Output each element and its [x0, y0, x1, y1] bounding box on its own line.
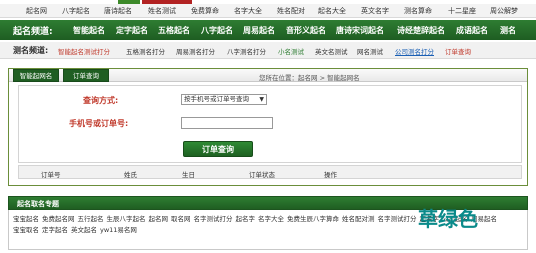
panel-tabs: 智能起网名 订单查询 您所在位置：起名网 > 智能起网名: [9, 69, 527, 82]
test-channel-item[interactable]: 周易测名打分: [176, 46, 215, 56]
channel-item[interactable]: 诗经楚辞起名: [397, 25, 445, 36]
test-channel-bar: 测名频道: 智能起名测试打分 五格测名打分 周易测名打分 八字测名打分 小名测试…: [0, 42, 536, 59]
column-header: 订单状态: [249, 171, 275, 179]
top-nav-item[interactable]: 姓名测试: [148, 6, 176, 16]
orders-table-header: 订单号 姓氏 生日 订单状态 操作: [18, 165, 522, 179]
channel-item[interactable]: 智能起名: [73, 25, 105, 36]
top-nav: 起名网 八字起名 唐诗起名 姓名测试 免费算命 名字大全 姓名配对 起名大全 英…: [0, 4, 536, 18]
phone-or-order-label: 手机号或订单号:: [69, 119, 129, 128]
breadcrumb: 您所在位置：起名网 > 智能起网名: [259, 74, 360, 82]
test-channel-item[interactable]: 五格测名打分: [126, 46, 165, 56]
channel-item[interactable]: 定字起名: [116, 25, 148, 36]
top-nav-item[interactable]: 周公解梦: [490, 6, 518, 16]
topic-link[interactable]: 名字测试打分: [194, 215, 233, 223]
tab-smart-naming[interactable]: 智能起网名: [13, 69, 59, 82]
watermark: 草绿色: [418, 207, 478, 231]
topic-link[interactable]: 宝宝取名: [13, 226, 39, 234]
top-nav-item[interactable]: 八字起名: [62, 6, 90, 16]
topic-link[interactable]: 英文起名: [71, 226, 97, 234]
query-method-value: 按手机号或订单号查询: [184, 95, 249, 103]
test-channel-item[interactable]: 英文名测试: [315, 46, 348, 56]
topic-section-title: 起名取名专题: [17, 200, 59, 208]
topic-link[interactable]: 免费起名网: [42, 215, 75, 223]
test-channel-item[interactable]: 订单查询: [445, 46, 471, 56]
topic-link[interactable]: 名字大全: [258, 215, 284, 223]
channel-item[interactable]: 音形义起名: [286, 25, 326, 36]
top-nav-item[interactable]: 英文名字: [361, 6, 389, 16]
phone-or-order-input[interactable]: [181, 117, 273, 129]
order-query-panel: 智能起网名 订单查询 您所在位置：起名网 > 智能起网名 查询方式: 按手机号或…: [8, 68, 528, 186]
column-header: 姓氏: [124, 171, 137, 179]
test-channel-item[interactable]: 小名测试: [278, 46, 304, 56]
topic-link[interactable]: 取名网: [171, 215, 191, 223]
test-channel-item[interactable]: 网名测试: [357, 46, 383, 56]
column-header: 生日: [182, 171, 195, 179]
topic-link[interactable]: 起名字: [236, 215, 256, 223]
top-nav-item[interactable]: 名字大全: [234, 6, 262, 16]
channel-label: 起名频道:: [13, 27, 53, 37]
topic-link[interactable]: 免费生辰八字算命: [287, 215, 339, 223]
channel-item[interactable]: 五格起名: [158, 25, 190, 36]
top-nav-item[interactable]: 测名算命: [404, 6, 432, 16]
channel-bar: 起名频道: 智能起名 定字起名 五格起名 八字起名 周易起名 音形义起名 唐诗宋…: [0, 20, 536, 40]
channel-item[interactable]: 周易起名: [243, 25, 275, 36]
test-channel-label: 测名频道:: [13, 46, 49, 55]
test-channel-item[interactable]: 八字测名打分: [227, 46, 266, 56]
top-nav-item[interactable]: 起名大全: [318, 6, 346, 16]
channel-item[interactable]: 八字起名: [201, 25, 233, 36]
channel-item[interactable]: 成语起名: [456, 25, 488, 36]
dropdown-arrow-icon: ▼: [259, 96, 264, 103]
page-root: 起名网 八字起名 唐诗起名 姓名测试 免费算命 名字大全 姓名配对 起名大全 英…: [0, 0, 536, 253]
topic-link[interactable]: 起名网: [149, 215, 169, 223]
channel-item[interactable]: 测名: [500, 25, 516, 36]
top-nav-item[interactable]: 起名网: [26, 6, 47, 16]
order-query-button[interactable]: 订单查询: [183, 141, 253, 157]
query-form: 查询方式: 按手机号或订单号查询 ▼ 手机号或订单号: 订单查询: [18, 85, 522, 163]
topic-link[interactable]: 姓名配对测: [342, 215, 375, 223]
query-method-label: 查询方式:: [83, 96, 119, 105]
topic-link[interactable]: 名字测试打分: [378, 215, 417, 223]
query-method-select[interactable]: 按手机号或订单号查询 ▼: [181, 94, 267, 105]
top-nav-item[interactable]: 唐诗起名: [104, 6, 132, 16]
top-nav-item[interactable]: 免费算命: [191, 6, 219, 16]
test-channel-item[interactable]: 智能起名测试打分: [58, 46, 110, 56]
top-nav-item[interactable]: 姓名配对: [277, 6, 305, 16]
topic-link[interactable]: 宝宝起名: [13, 215, 39, 223]
channel-item[interactable]: 唐诗宋词起名: [336, 25, 384, 36]
tab-order-query[interactable]: 订单查询: [63, 69, 109, 82]
column-header: 操作: [324, 171, 337, 179]
test-channel-item[interactable]: 公司测名打分: [395, 46, 434, 56]
topic-link[interactable]: 五行起名: [78, 215, 104, 223]
top-nav-item[interactable]: 十二星座: [448, 6, 476, 16]
column-header: 订单号: [41, 171, 61, 179]
topic-link[interactable]: 定字起名: [42, 226, 68, 234]
topic-link[interactable]: 生辰八字起名: [107, 215, 146, 223]
topic-link[interactable]: yw11易名网: [100, 226, 137, 234]
